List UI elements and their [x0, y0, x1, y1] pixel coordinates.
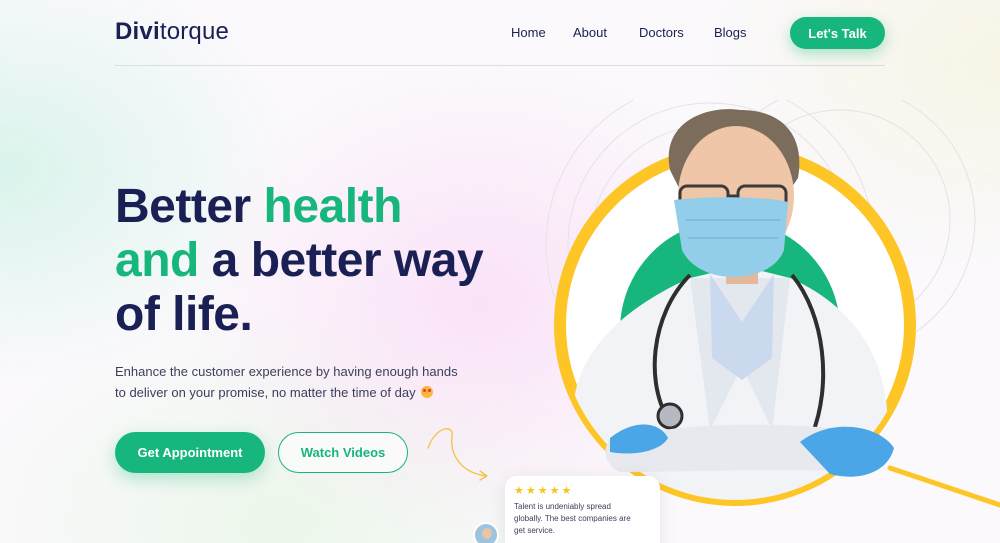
- review-text-line: Talent is undeniably spread: [514, 502, 611, 511]
- logo[interactable]: Divitorque: [115, 18, 229, 46]
- hero-description-line: Enhance the customer experience by havin…: [115, 364, 458, 379]
- get-appointment-button[interactable]: Get Appointment: [115, 432, 265, 473]
- hero-title-highlight: and: [115, 234, 199, 287]
- hero-title-highlight: health: [263, 180, 403, 233]
- logo-rest: torque: [159, 18, 230, 45]
- hero-description-line: to deliver on your promise, no matter th…: [115, 385, 416, 400]
- reviewer-avatar: [473, 522, 499, 543]
- hero-description: Enhance the customer experience by havin…: [115, 361, 475, 403]
- review-card: ★★★★★ Talent is undeniably spread global…: [505, 476, 660, 543]
- watch-videos-button[interactable]: Watch Videos: [278, 432, 408, 473]
- hero-title-part: a better way: [198, 234, 484, 287]
- nav-blogs[interactable]: Blogs: [714, 25, 747, 40]
- logo-bold: Divi: [115, 18, 160, 45]
- review-text: Talent is undeniably spread globally. Th…: [514, 501, 651, 537]
- site-header: Divitorque Home About Doctors Blogs Let'…: [115, 0, 885, 66]
- nav-about[interactable]: About: [573, 25, 607, 40]
- hero-title-part: Better: [115, 180, 264, 233]
- hero-title: Better health and a better way of life.: [115, 180, 484, 342]
- hero-title-part: of life.: [115, 288, 253, 341]
- nav-home[interactable]: Home: [511, 25, 546, 40]
- lets-talk-button[interactable]: Let's Talk: [790, 17, 885, 49]
- nav-doctors[interactable]: Doctors: [639, 25, 684, 40]
- review-text-line: get service.: [514, 526, 555, 535]
- curved-arrow-icon: [427, 428, 488, 481]
- emoji-heart-eyes-icon: [421, 386, 434, 398]
- star-icon: ★★★★★: [514, 485, 574, 497]
- review-text-line: globally. The best companies are: [514, 514, 631, 523]
